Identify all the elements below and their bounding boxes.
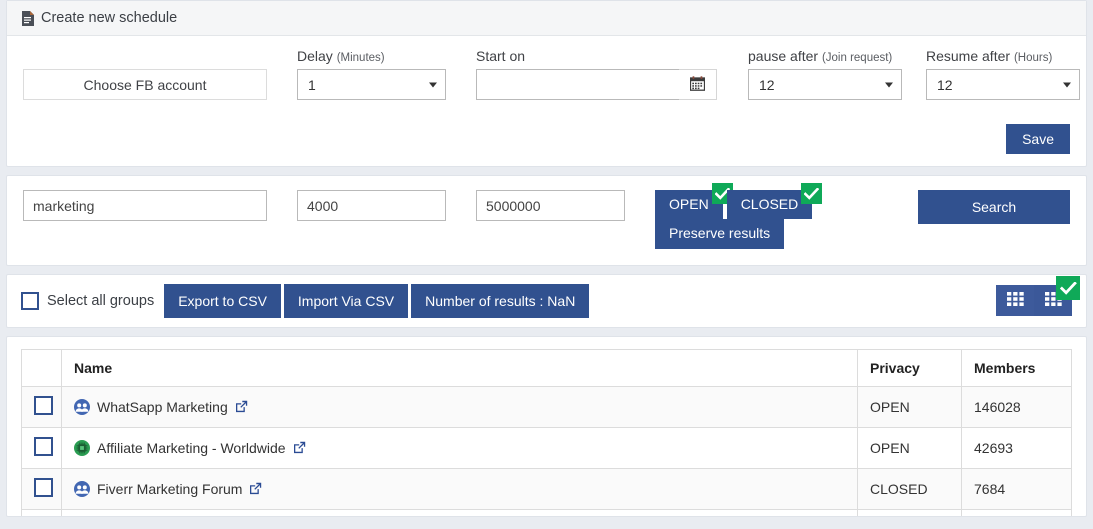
filter-closed-label: CLOSED	[741, 196, 799, 212]
col-name: Name	[62, 349, 858, 386]
table-row: WhatSapp Marketing OPEN 146028	[22, 386, 1072, 427]
save-button[interactable]: Save	[1006, 124, 1070, 154]
pause-after-value: 12	[759, 77, 775, 93]
table-header-row: Name Privacy Members	[22, 349, 1072, 386]
search-keyword-input[interactable]	[23, 190, 267, 221]
create-schedule-panel: Create new schedule Choose FB account De…	[6, 0, 1087, 167]
privacy-filters: OPEN CLOSED	[655, 190, 812, 249]
select-all-checkbox[interactable]	[21, 292, 39, 310]
row-checkbox[interactable]	[34, 437, 53, 456]
panel-header: Create new schedule	[7, 1, 1086, 36]
pause-after-label: pause after (Join request)	[748, 48, 902, 64]
max-members-input[interactable]	[476, 190, 625, 221]
start-on-input[interactable]	[476, 69, 679, 100]
col-members: Members	[962, 349, 1072, 386]
min-members-input[interactable]	[297, 190, 446, 221]
row-members: 42693	[962, 427, 1072, 468]
delay-field: Delay (Minutes) 1	[297, 48, 446, 100]
row-privacy: CLOSED	[858, 468, 962, 509]
group-name[interactable]: WhatSapp Marketing	[97, 399, 228, 415]
table-row: Fiverr Marketing Forum CLOSED 7684	[22, 468, 1072, 509]
row-select-cell	[22, 386, 62, 427]
table-row: Affiliate Marketing - Worldwide OPEN 426…	[22, 427, 1072, 468]
choose-fb-account-button[interactable]: Choose FB account	[23, 69, 267, 100]
results-table: Name Privacy Members	[21, 349, 1072, 517]
resume-after-unit: (Hours)	[1014, 52, 1052, 64]
col-select	[22, 349, 62, 386]
row-privacy: OPEN	[858, 509, 962, 517]
import-via-csv-button[interactable]: Import Via CSV	[284, 284, 408, 318]
external-link-icon[interactable]	[293, 441, 306, 454]
group-name[interactable]: Affiliate Marketing - Worldwide	[97, 440, 286, 456]
external-link-icon[interactable]	[249, 482, 262, 495]
delay-label: Delay (Minutes)	[297, 48, 446, 64]
chevron-down-icon	[1063, 82, 1071, 87]
results-table-panel: Name Privacy Members	[6, 336, 1087, 517]
schedule-form: Choose FB account Delay (Minutes) 1 Star…	[7, 36, 1086, 114]
delay-unit: (Minutes)	[337, 52, 385, 64]
filter-closed-button[interactable]: CLOSED	[727, 190, 813, 219]
row-checkbox[interactable]	[34, 396, 53, 415]
pause-after-label-text: pause after	[748, 48, 818, 64]
row-select-cell	[22, 509, 62, 517]
calendar-icon-button[interactable]	[679, 69, 717, 100]
external-link-icon[interactable]	[235, 400, 248, 413]
select-all-groups-control[interactable]: Select all groups	[21, 292, 154, 310]
row-name-cell: Affiliate Marketing - Worldwide	[62, 427, 858, 468]
closed-checked-icon	[801, 183, 822, 204]
resume-after-select[interactable]: 12	[926, 69, 1080, 100]
row-privacy: OPEN	[858, 427, 962, 468]
start-on-label: Start on	[476, 48, 717, 64]
pause-after-unit: (Join request)	[822, 52, 892, 64]
grid-view-icon	[1007, 292, 1024, 309]
group-avatar-blue-icon	[74, 399, 90, 415]
chevron-down-icon	[429, 82, 437, 87]
resume-after-field: Resume after (Hours) 12	[926, 48, 1080, 100]
filter-open-label: OPEN	[669, 196, 709, 212]
search-button[interactable]: Search	[918, 190, 1070, 224]
view-toggle-group	[996, 285, 1072, 316]
table-row: Network Marketing, Internet Marketing ML…	[22, 509, 1072, 517]
row-checkbox[interactable]	[34, 478, 53, 497]
group-avatar-green-icon	[74, 440, 90, 456]
document-icon	[21, 11, 34, 26]
resume-after-value: 12	[937, 77, 953, 93]
delay-value: 1	[308, 77, 316, 93]
row-members: 7684	[962, 468, 1072, 509]
row-name-cell: Fiverr Marketing Forum	[62, 468, 858, 509]
row-select-cell	[22, 427, 62, 468]
row-privacy: OPEN	[858, 386, 962, 427]
calendar-icon	[690, 76, 705, 94]
grid-view-button[interactable]	[996, 285, 1034, 316]
delay-label-text: Delay	[297, 48, 333, 64]
preserve-results-button[interactable]: Preserve results	[655, 219, 784, 248]
group-name[interactable]: Fiverr Marketing Forum	[97, 481, 242, 497]
col-privacy: Privacy	[858, 349, 962, 386]
row-members: 146028	[962, 386, 1072, 427]
export-to-csv-button[interactable]: Export to CSV	[164, 284, 281, 318]
start-on-field: Start on	[476, 48, 717, 100]
resume-after-label: Resume after (Hours)	[926, 48, 1080, 64]
pause-after-select[interactable]: 12	[748, 69, 902, 100]
filter-open-button[interactable]: OPEN	[655, 190, 723, 219]
save-row: Save	[7, 114, 1086, 166]
resume-after-label-text: Resume after	[926, 48, 1010, 64]
number-of-results-button[interactable]: Number of results : NaN	[411, 284, 589, 318]
row-name-cell: WhatSapp Marketing	[62, 386, 858, 427]
select-all-label: Select all groups	[47, 293, 154, 309]
search-panel: OPEN CLOSED	[6, 175, 1087, 266]
row-name-cell: Network Marketing, Internet Marketing ML…	[62, 509, 858, 517]
page-root: Create new schedule Choose FB account De…	[0, 0, 1093, 529]
delay-select[interactable]: 1	[297, 69, 446, 100]
row-members: 42482	[962, 509, 1072, 517]
results-toolbar-panel: Select all groups Export to CSV Import V…	[6, 274, 1087, 328]
row-select-cell	[22, 468, 62, 509]
group-avatar-blue-icon	[74, 481, 90, 497]
page-title: Create new schedule	[41, 10, 177, 26]
pause-after-field: pause after (Join request) 12	[748, 48, 902, 100]
chevron-down-icon	[885, 82, 893, 87]
view-checked-icon	[1056, 276, 1080, 300]
choose-account-field: Choose FB account	[23, 48, 267, 100]
